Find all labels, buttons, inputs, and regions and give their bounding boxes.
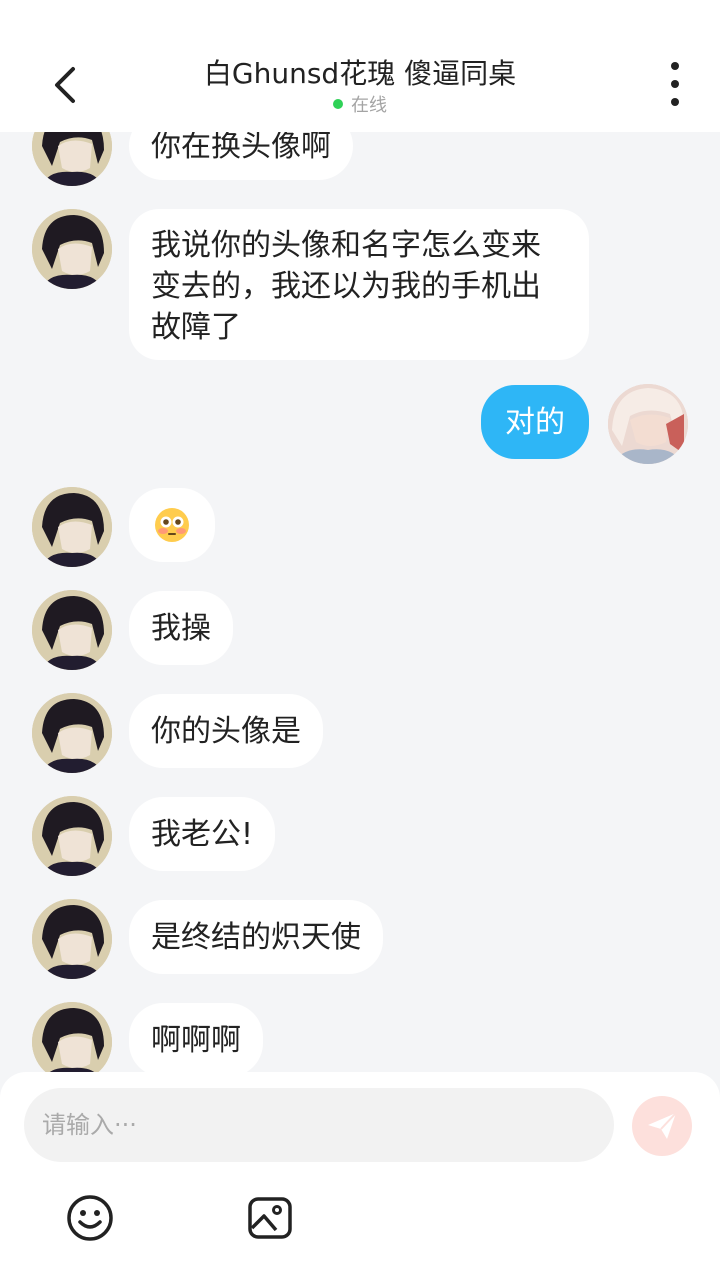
message-bubble[interactable]: 是终结的炽天使 <box>129 900 383 974</box>
image-icon <box>248 1197 292 1239</box>
my-message-bubble[interactable]: 对的 <box>481 385 589 459</box>
emoji-button[interactable] <box>66 1194 114 1242</box>
message-text: 你的头像是 <box>151 713 301 749</box>
message-text-line: 故障了 <box>151 310 241 345</box>
chat-header: 白Ghunsd花瑰 傻逼同桌 在线 <box>0 0 720 132</box>
contact-avatar[interactable] <box>32 796 112 876</box>
message-text: 我老公! <box>151 816 254 852</box>
more-options-button[interactable] <box>660 62 690 106</box>
online-dot-icon <box>333 99 343 109</box>
contact-avatar[interactable] <box>32 487 112 567</box>
contact-avatar[interactable] <box>32 590 112 670</box>
message-text-line: 我说你的头像和名字怎么变来 <box>151 228 541 263</box>
send-icon <box>648 1112 677 1139</box>
contact-avatar[interactable] <box>32 693 112 773</box>
message-bubble[interactable] <box>129 488 215 562</box>
my-avatar[interactable] <box>608 384 688 464</box>
message-input[interactable] <box>24 1088 614 1162</box>
message-bubble[interactable]: 你的头像是 <box>129 694 323 768</box>
flushed-face-emoji <box>155 508 189 542</box>
message-text: 是终结的炽天使 <box>151 919 361 955</box>
message-text-line: 变去的，我还以为我的手机出 <box>151 269 541 304</box>
message-bubble[interactable]: 啊啊啊 <box>129 1003 263 1075</box>
smiley-icon <box>67 1195 113 1241</box>
image-button[interactable] <box>246 1194 294 1242</box>
message-list[interactable]: 你在换头像啊 我说你的头像和名字怎么变来 变去的，我还以为我的手机出 故障了 对… <box>0 0 720 1075</box>
contact-avatar[interactable] <box>32 899 112 979</box>
composer-panel <box>0 1072 720 1280</box>
send-button[interactable] <box>632 1096 692 1156</box>
status-text: 在线 <box>351 95 387 116</box>
more-vertical-icon <box>671 62 679 70</box>
online-status: 在线 <box>0 91 720 117</box>
contact-avatar[interactable] <box>32 209 112 289</box>
chat-title: 白Ghunsd花瑰 傻逼同桌 <box>203 57 517 90</box>
contact-avatar[interactable] <box>32 1002 112 1075</box>
message-text: 我操 <box>151 610 211 646</box>
message-text: 对的 <box>505 404 565 440</box>
message-text: 啊啊啊 <box>151 1022 241 1058</box>
message-bubble[interactable]: 我操 <box>129 591 233 665</box>
message-bubble[interactable]: 我老公! <box>129 797 276 871</box>
message-bubble[interactable]: 我说你的头像和名字怎么变来 变去的，我还以为我的手机出 故障了 <box>129 209 589 360</box>
